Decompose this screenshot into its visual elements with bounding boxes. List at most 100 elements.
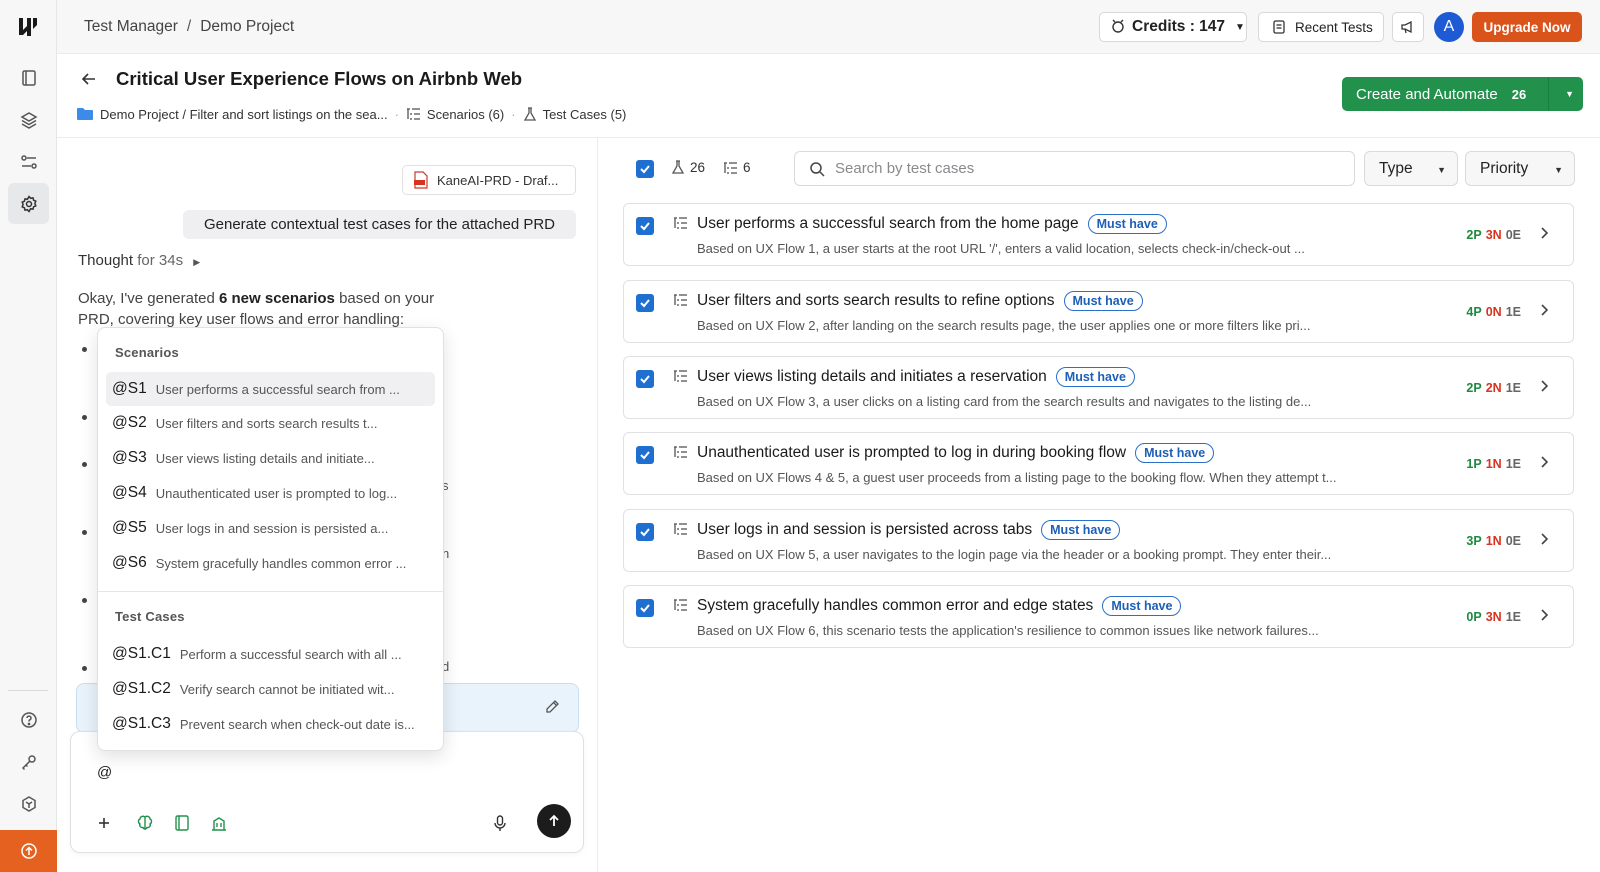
- thought-duration: for 34s: [137, 252, 184, 269]
- scenario-card[interactable]: User views listing details and initiates…: [623, 356, 1574, 419]
- chevron-right-icon[interactable]: [1539, 226, 1549, 243]
- scenario-checkbox[interactable]: [636, 370, 654, 388]
- prd-attachment-chip[interactable]: KaneAI-PRD - Draf...: [402, 165, 576, 195]
- scenario-counts: 0P 3N 1E: [1466, 610, 1521, 624]
- negative-count: 2N: [1485, 381, 1502, 395]
- scenario-checkbox[interactable]: [636, 294, 654, 312]
- list-bullet: [82, 415, 87, 420]
- building-icon[interactable]: [208, 812, 230, 834]
- mention-option[interactable]: @S4 Unauthenticated user is prompted to l…: [106, 476, 435, 510]
- positive-count: 0P: [1466, 610, 1482, 624]
- breadcrumb-demo-project[interactable]: Demo Project: [200, 18, 294, 35]
- test-cases-tab[interactable]: Test Cases (5): [543, 107, 627, 122]
- search-input[interactable]: [835, 160, 1315, 177]
- scenario-counts: 3P 1N 0E: [1466, 534, 1521, 548]
- attachment-name: KaneAI-PRD - Draf...: [437, 172, 559, 188]
- mention-option[interactable]: @S6 System gracefully handles common erro…: [106, 546, 435, 580]
- microphone-icon[interactable]: [489, 812, 511, 834]
- negative-count: 3N: [1485, 610, 1502, 624]
- settings-gear-icon[interactable]: [8, 183, 49, 224]
- mention-option[interactable]: @S1.C2 Verify search cannot be initiated …: [106, 672, 435, 706]
- credits-dropdown[interactable]: Credits : 147 ▼: [1099, 12, 1247, 42]
- edge-count: 1E: [1505, 305, 1521, 319]
- priority-badge: Must have: [1041, 520, 1121, 540]
- create-and-automate-button[interactable]: Create and Automate 26 ▼: [1342, 77, 1583, 111]
- scenarios-tab[interactable]: Scenarios (6): [427, 107, 504, 122]
- key-icon[interactable]: [8, 741, 49, 782]
- megaphone-icon[interactable]: [1392, 12, 1424, 42]
- scenario-description: Based on UX Flow 2, after landing on the…: [697, 318, 1311, 333]
- chevron-right-icon[interactable]: [1539, 379, 1549, 396]
- chevron-right-icon[interactable]: [1539, 608, 1549, 625]
- chevron-right-icon[interactable]: [1539, 455, 1549, 472]
- type-filter-dropdown[interactable]: Type ▼: [1364, 151, 1458, 186]
- scenario-checkbox[interactable]: [636, 217, 654, 235]
- scenario-card[interactable]: User performs a successful search from t…: [623, 203, 1574, 266]
- reply-prefix: Okay, I've generated: [78, 290, 219, 307]
- breadcrumb-test-manager[interactable]: Test Manager: [84, 18, 178, 35]
- positive-count: 4P: [1466, 305, 1482, 319]
- list-bullet: [82, 598, 87, 603]
- avatar[interactable]: A: [1434, 12, 1464, 42]
- back-arrow-icon[interactable]: [80, 70, 100, 88]
- app-logo-icon[interactable]: [16, 15, 40, 39]
- priority-filter-dropdown[interactable]: Priority ▼: [1465, 151, 1575, 186]
- clipboard-icon: [1271, 19, 1287, 35]
- list-tree-icon: [673, 522, 688, 539]
- chevron-right-icon[interactable]: [1539, 303, 1549, 320]
- chevron-right-icon[interactable]: [1539, 532, 1549, 549]
- recent-tests-button[interactable]: Recent Tests: [1258, 12, 1384, 42]
- positive-count: 3P: [1466, 534, 1482, 548]
- scenario-description: Based on UX Flow 5, a user navigates to …: [697, 547, 1332, 562]
- edge-count: 0E: [1505, 534, 1521, 548]
- project-path[interactable]: Demo Project / Filter and sort listings …: [100, 107, 388, 122]
- pencil-edit-icon[interactable]: [544, 699, 560, 718]
- plus-icon[interactable]: [93, 812, 115, 834]
- chevron-down-icon[interactable]: ▼: [1565, 89, 1574, 99]
- mention-option[interactable]: @S1.C1 Perform a successful search with a…: [106, 637, 435, 671]
- layers-icon[interactable]: [8, 99, 49, 140]
- scenario-card[interactable]: User logs in and session is persisted ac…: [623, 509, 1574, 572]
- mention-section-test-cases: Test Cases: [115, 609, 185, 624]
- upload-circle-icon[interactable]: [0, 830, 57, 872]
- create-count: 26: [1511, 86, 1527, 102]
- send-arrow-icon[interactable]: [537, 804, 571, 838]
- scenario-title: User performs a successful search from t…: [697, 214, 1167, 234]
- help-icon[interactable]: [8, 699, 49, 740]
- mention-option[interactable]: @S2 User filters and sorts search results…: [106, 406, 435, 440]
- scenario-counts: 1P 1N 1E: [1466, 457, 1521, 471]
- test-case-search[interactable]: [794, 151, 1355, 186]
- credits-coin-icon: [1110, 19, 1126, 35]
- page-title: Critical User Experience Flows on Airbnb…: [116, 68, 523, 89]
- mention-option[interactable]: @S3 User views listing details and initia…: [106, 441, 435, 475]
- notebook-icon[interactable]: [171, 812, 193, 834]
- edge-count: 0E: [1505, 228, 1521, 242]
- scenario-card[interactable]: User filters and sorts search results to…: [623, 280, 1574, 343]
- positive-count: 2P: [1466, 381, 1482, 395]
- scenario-title: System gracefully handles common error a…: [697, 596, 1182, 616]
- integrations-icon[interactable]: [8, 783, 49, 824]
- scenario-card[interactable]: Unauthenticated user is prompted to log …: [623, 432, 1574, 495]
- rail-divider: [8, 690, 48, 691]
- workflow-icon[interactable]: [8, 141, 49, 182]
- scenario-checkbox[interactable]: [636, 599, 654, 617]
- recent-tests-label: Recent Tests: [1295, 19, 1373, 35]
- select-all-checkbox[interactable]: [636, 160, 654, 178]
- thought-toggle[interactable]: Thought for 34s ▶: [78, 252, 200, 269]
- mention-option[interactable]: @S5 User logs in and session is persisted…: [106, 511, 435, 545]
- book-icon[interactable]: [8, 57, 49, 98]
- list-tree-icon: [673, 598, 688, 615]
- scenario-description: Based on UX Flow 6, this scenario tests …: [697, 623, 1319, 638]
- mention-option[interactable]: @S1 User performs a successful search fro…: [106, 372, 435, 406]
- brain-icon[interactable]: [134, 812, 156, 834]
- scenario-checkbox[interactable]: [636, 523, 654, 541]
- assistant-reply: Okay, I've generated 6 new scenarios bas…: [78, 288, 458, 330]
- scenario-checkbox[interactable]: [636, 446, 654, 464]
- scenario-card[interactable]: System gracefully handles common error a…: [623, 585, 1574, 648]
- scenario-description: Based on UX Flow 1, a user starts at the…: [697, 241, 1305, 256]
- upgrade-now-button[interactable]: Upgrade Now: [1472, 12, 1582, 42]
- priority-badge: Must have: [1063, 291, 1143, 311]
- composer-input[interactable]: @: [97, 764, 112, 781]
- folder-icon: [76, 106, 94, 122]
- mention-option[interactable]: @S1.C3 Prevent search when check-out date…: [106, 707, 435, 741]
